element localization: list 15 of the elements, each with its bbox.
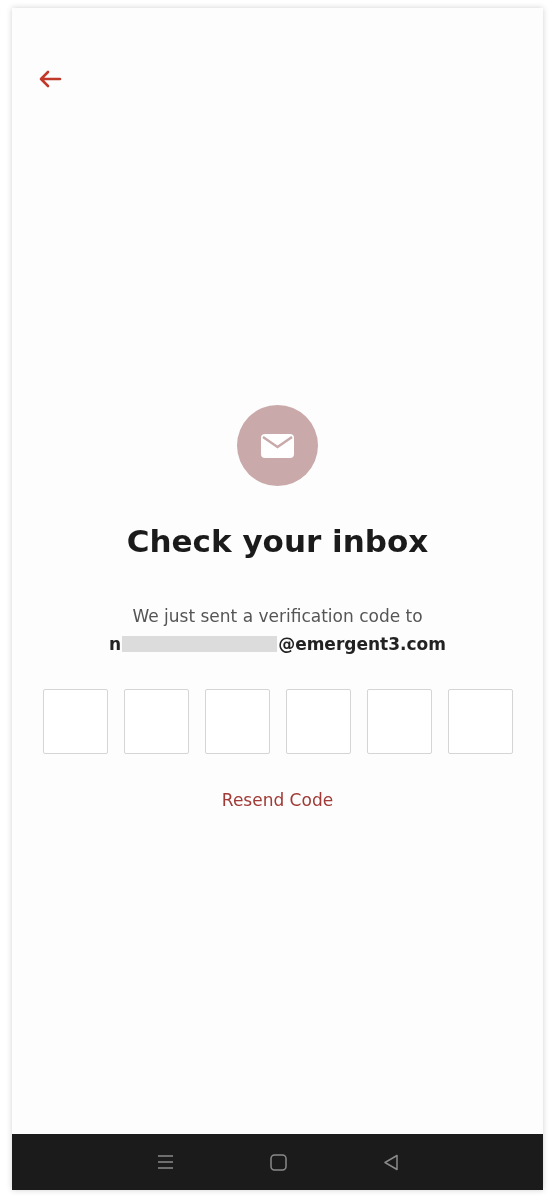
back-button[interactable] xyxy=(38,68,62,89)
code-input[interactable] xyxy=(204,689,270,755)
resend-link[interactable]: Resend Code xyxy=(221,788,334,814)
message-text: We just sent a verification code to xyxy=(132,605,423,629)
home-icon[interactable] xyxy=(269,1153,287,1171)
code-input[interactable] xyxy=(447,689,513,755)
code-input[interactable] xyxy=(285,689,351,755)
code-input[interactable] xyxy=(366,689,432,755)
code-input[interactable] xyxy=(42,689,108,755)
menu-icon[interactable] xyxy=(156,1154,174,1170)
back-icon[interactable] xyxy=(382,1153,399,1171)
page-title: Check your inbox xyxy=(126,523,429,561)
email-text: n xyxy=(109,632,122,656)
email-text: @emergent3.com xyxy=(278,632,446,656)
code-input[interactable] xyxy=(123,689,189,755)
